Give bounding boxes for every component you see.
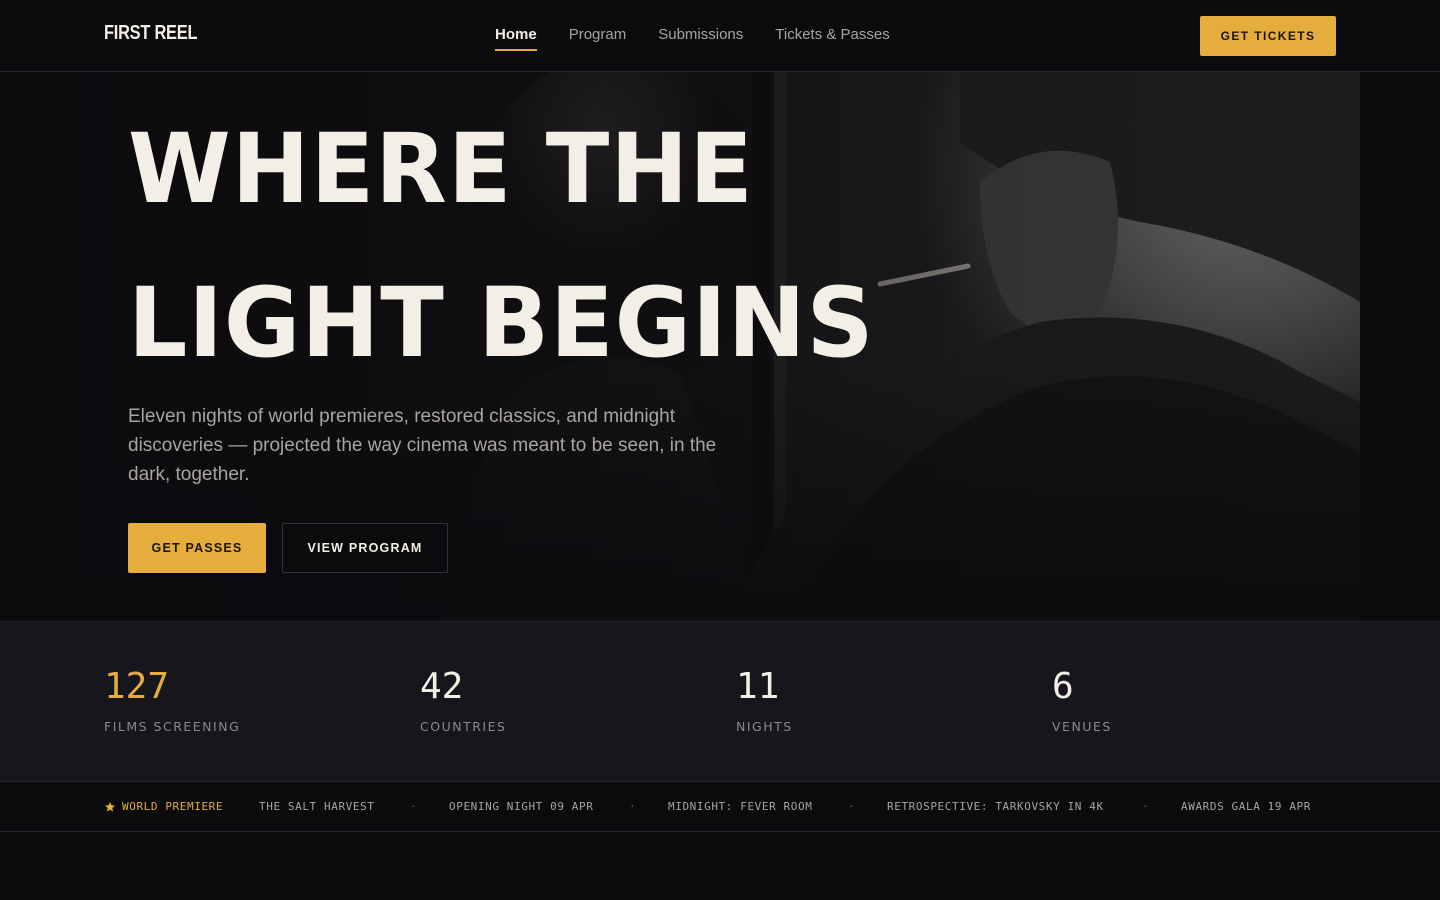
site-logo[interactable]: FIRST REEL xyxy=(104,22,197,45)
news-ticker: WORLD PREMIERE THE SALT HARVEST · OPENIN… xyxy=(0,783,1440,832)
ticker-separator: · xyxy=(410,800,418,813)
star-icon xyxy=(105,801,115,811)
ticker-item[interactable]: THE SALT HARVEST xyxy=(259,800,375,813)
nav-item-tickets-passes[interactable]: Tickets & Passes xyxy=(775,26,889,49)
site-header: FIRST REEL Home Program Submissions Tick… xyxy=(0,0,1440,72)
ticker-item[interactable]: OPENING NIGHT 09 APR xyxy=(449,800,593,813)
ticker-separator: · xyxy=(629,800,637,813)
ticker-badge: WORLD PREMIERE xyxy=(104,800,223,813)
hero-section: WHERE THE LIGHT BEGINS Eleven nights of … xyxy=(80,72,1360,621)
stat-value: 6 xyxy=(1052,666,1074,707)
stat-value: 127 xyxy=(104,666,170,707)
nav-item-home[interactable]: Home xyxy=(495,26,537,51)
stat-venues: 6 VENUES xyxy=(1052,666,1112,734)
main-nav: Home Program Submissions Tickets & Passe… xyxy=(495,26,890,51)
stat-label: FILMS SCREENING xyxy=(104,719,241,734)
stat-countries: 42 COUNTRIES xyxy=(420,666,506,734)
nav-item-submissions[interactable]: Submissions xyxy=(658,26,743,49)
stat-value: 11 xyxy=(736,666,780,707)
get-tickets-button[interactable]: GET TICKETS xyxy=(1200,16,1336,56)
ticker-item[interactable]: RETROSPECTIVE: TARKOVSKY IN 4K xyxy=(887,800,1104,813)
hero-title-line-2: LIGHT BEGINS xyxy=(128,267,875,379)
stat-label: VENUES xyxy=(1052,719,1112,734)
ticker-separator: · xyxy=(1142,800,1150,813)
ticker-separator: · xyxy=(848,800,856,813)
view-program-button[interactable]: VIEW PROGRAM xyxy=(282,523,448,573)
stat-films: 127 FILMS SCREENING xyxy=(104,666,240,734)
hero-title: WHERE THE LIGHT BEGINS xyxy=(128,92,875,400)
stat-nights: 11 NIGHTS xyxy=(736,666,793,734)
ticker-item[interactable]: MIDNIGHT: FEVER ROOM xyxy=(668,800,812,813)
nav-item-program[interactable]: Program xyxy=(569,26,627,49)
stat-value: 42 xyxy=(420,666,464,707)
stat-label: NIGHTS xyxy=(736,719,793,734)
hero-title-line-1: WHERE THE xyxy=(128,113,754,225)
hero-description: Eleven nights of world premieres, restor… xyxy=(128,406,717,485)
ticker-item[interactable]: AWARDS GALA 19 APR xyxy=(1181,800,1311,813)
ticker-badge-label: WORLD PREMIERE xyxy=(122,800,224,813)
stat-label: COUNTRIES xyxy=(420,719,507,734)
get-passes-button[interactable]: GET PASSES xyxy=(128,523,266,573)
stats-bar: 127 FILMS SCREENING 42 COUNTRIES 11 NIGH… xyxy=(0,621,1440,782)
